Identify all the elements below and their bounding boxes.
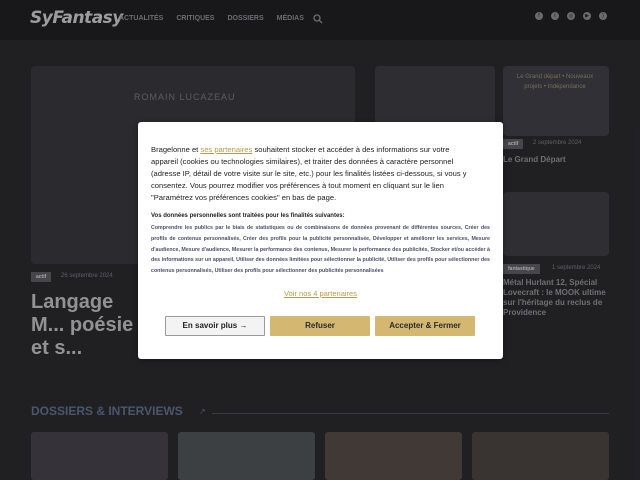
refuse-button[interactable]: Refuser <box>270 316 370 336</box>
purposes-heading: Vos données personnelles sont traitées p… <box>151 213 345 219</box>
purposes-list: Comprendre les publics par le biais de s… <box>151 225 490 275</box>
accept-close-button[interactable]: Accepter & Fermer <box>375 316 475 336</box>
cookie-consent-dialog: Bragelonne et ses partenaires souhaitent… <box>138 122 503 359</box>
partners-inline-link[interactable]: ses partenaires <box>200 145 252 154</box>
consent-intro: Bragelonne et ses partenaires souhaitent… <box>151 144 467 204</box>
learn-more-button[interactable]: En savoir plus → <box>165 316 265 336</box>
view-partners-link[interactable]: Voir nos 4 partenaires <box>138 289 503 298</box>
consent-intro-text: Bragelonne et <box>151 145 201 154</box>
